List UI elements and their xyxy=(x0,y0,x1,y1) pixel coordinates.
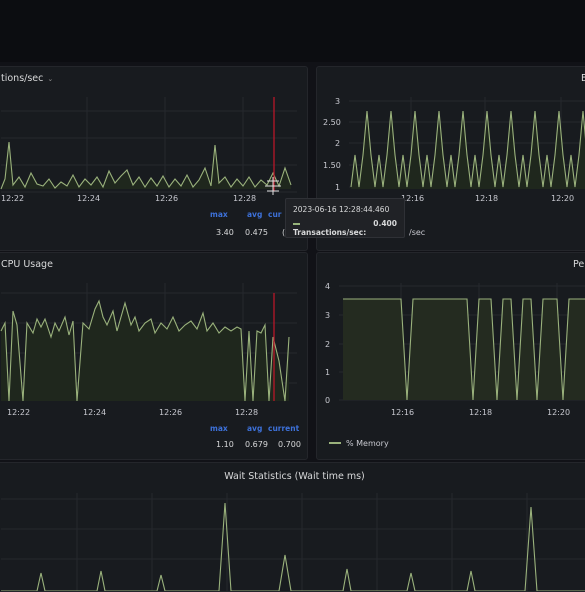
x-tick: 12:24 xyxy=(77,194,100,203)
tooltip-value: 0.400 xyxy=(373,219,397,228)
legend-label[interactable]: % Memory xyxy=(346,439,389,448)
transactions-chart[interactable]: 12:22 12:24 12:26 12:28 max avg cur 3.40… xyxy=(0,67,308,251)
legend-value-avg: 0.475 xyxy=(245,228,268,237)
x-tick: 12:26 xyxy=(155,194,178,203)
x-tick: 12:22 xyxy=(1,194,24,203)
legend-header-avg[interactable]: avg xyxy=(247,210,262,219)
cpu-usage-chart[interactable]: 12:22 12:24 12:26 12:28 max avg current … xyxy=(0,253,308,460)
x-tick: 12:22 xyxy=(7,408,30,417)
x-tick: 12:20 xyxy=(551,194,574,203)
wait-series-line xyxy=(1,502,585,591)
transactions-panel: tions/sec ⌄ 12:22 12:24 12:26 12:28 max a… xyxy=(0,66,308,251)
tooltip-series-name: Transactions/sec: xyxy=(293,228,367,237)
memory-chart[interactable]: 4 3 2 1 0 12:16 12:18 12:20 % Memory xyxy=(317,253,585,460)
hover-tooltip: 2023-06-16 12:28:44.460 Transactions/sec… xyxy=(285,198,405,238)
legend-header-max[interactable]: max xyxy=(210,210,228,219)
x-tick: 12:16 xyxy=(391,408,414,417)
legend-header-avg[interactable]: avg xyxy=(247,424,262,433)
y-tick: 4 xyxy=(325,282,330,291)
legend-value-current: 0.700 xyxy=(278,440,301,449)
y-tick: 1 xyxy=(325,368,330,377)
legend-header-current[interactable]: current xyxy=(268,424,300,433)
legend-value-max: 1.10 xyxy=(216,440,234,449)
y-tick: 3 xyxy=(335,97,340,106)
tooltip-timestamp: 2023-06-16 12:28:44.460 xyxy=(293,205,390,214)
y-tick: 0 xyxy=(325,396,330,405)
y-tick: 1 xyxy=(335,183,340,192)
x-tick: 12:24 xyxy=(83,408,106,417)
y-tick: 2 xyxy=(325,340,330,349)
y-tick: 1.50 xyxy=(323,161,341,170)
x-tick: 12:28 xyxy=(235,408,258,417)
memory-panel: Pe 4 3 2 1 0 12:16 12:18 12:20 % Memory xyxy=(316,252,585,460)
legend-label[interactable]: /sec xyxy=(409,228,425,237)
x-tick: 12:18 xyxy=(475,194,498,203)
legend-header-current[interactable]: cur xyxy=(268,210,282,219)
cpu-usage-panel: CPU Usage 12:22 12:24 12:26 12:28 max av… xyxy=(0,252,308,460)
y-tick: 2.50 xyxy=(323,118,341,127)
y-tick: 2 xyxy=(335,139,340,148)
x-tick: 12:26 xyxy=(159,408,182,417)
y-tick: 3 xyxy=(325,311,330,320)
wait-statistics-panel: Wait Statistics (Wait time ms) xyxy=(0,462,585,592)
top-bar xyxy=(0,0,585,62)
series-swatch-icon xyxy=(293,223,300,225)
x-tick: 12:20 xyxy=(547,408,570,417)
legend-value-max: 3.40 xyxy=(216,228,234,237)
x-tick: 12:28 xyxy=(233,194,256,203)
wait-statistics-chart[interactable] xyxy=(0,463,585,592)
legend-value-avg: 0.679 xyxy=(245,440,268,449)
x-tick: 12:18 xyxy=(469,408,492,417)
legend-header-max[interactable]: max xyxy=(210,424,228,433)
